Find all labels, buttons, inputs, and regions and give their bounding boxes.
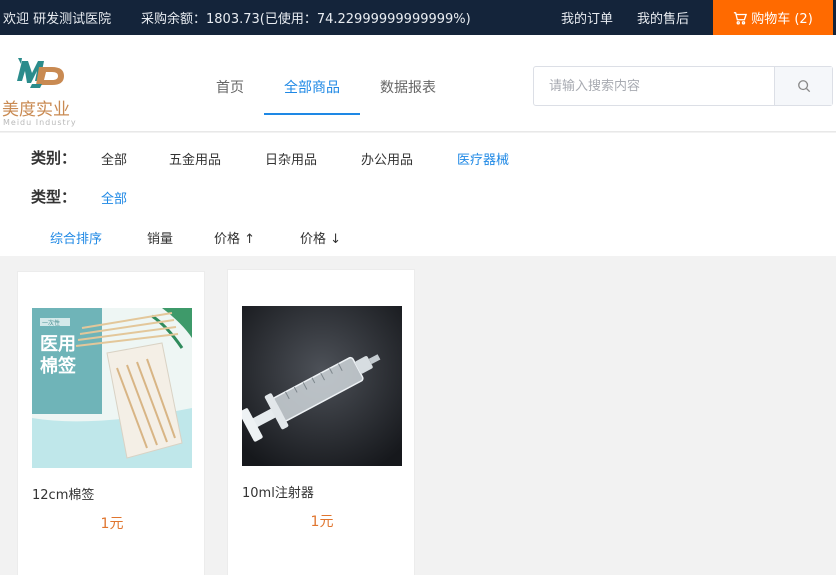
sort-price-asc[interactable]: 价格 ↑	[214, 228, 255, 247]
type-option-all[interactable]: 全部	[101, 188, 127, 207]
top-bar: 欢迎 研发测试医院 采购余额：1803.73(已使用：74.2299999999…	[0, 0, 836, 35]
nav-all-products[interactable]: 全部商品	[284, 77, 340, 97]
product-card[interactable]: 医用 棉签 一次性 12cm棉签 1元	[17, 271, 205, 575]
category-option-hardware[interactable]: 五金用品	[169, 149, 221, 168]
nav-data-report[interactable]: 数据报表	[380, 77, 436, 97]
product-price: 1元	[310, 514, 334, 530]
cotton-swab-image: 医用 棉签 一次性	[32, 308, 192, 468]
logo-subtitle: Meidu Industry	[3, 118, 77, 127]
category-label: 类别：	[31, 149, 77, 167]
swab-box-tag: 一次性	[42, 319, 60, 327]
product-image-cotton-swab[interactable]: 医用 棉签 一次性	[32, 308, 192, 468]
product-name[interactable]: 10ml注射器	[242, 482, 314, 501]
product-image-syringe[interactable]	[242, 306, 402, 466]
swab-box-line2: 棉签	[40, 355, 77, 377]
search-input[interactable]	[534, 67, 774, 105]
search-button[interactable]	[774, 67, 832, 105]
sort-sales[interactable]: 销量	[147, 228, 173, 247]
product-price: 1元	[100, 516, 124, 532]
cart-button[interactable]: 购物车 (2)	[713, 0, 833, 35]
balance-text: 采购余额：1803.73(已使用：74.22999999999999%)	[141, 12, 471, 27]
search-box	[533, 66, 833, 106]
nav-home[interactable]: 首页	[216, 77, 244, 97]
type-label: 类型：	[31, 188, 77, 206]
filter-panel: 类别： 全部 五金用品 日杂用品 办公用品 医疗器械 类型： 全部 综合排序 销…	[0, 133, 836, 256]
category-option-daily[interactable]: 日杂用品	[265, 149, 317, 168]
product-card[interactable]: 10ml注射器 1元	[227, 269, 415, 575]
header: 美度实业 Meidu Industry 首页 全部商品 数据报表	[0, 35, 836, 132]
my-orders-link[interactable]: 我的订单	[561, 8, 613, 27]
my-aftersale-link[interactable]: 我的售后	[637, 8, 689, 27]
category-option-office[interactable]: 办公用品	[361, 149, 413, 168]
cart-label: 购物车 (2)	[751, 12, 813, 27]
syringe-image	[242, 306, 402, 466]
cart-icon	[734, 11, 748, 25]
category-option-medical[interactable]: 医疗器械	[457, 149, 509, 168]
logo-name: 美度实业	[2, 100, 70, 120]
category-option-all[interactable]: 全部	[101, 149, 127, 168]
swab-box-line1: 医用	[40, 334, 76, 355]
welcome-text: 欢迎 研发测试医院	[3, 12, 112, 27]
sort-comprehensive[interactable]: 综合排序	[50, 228, 102, 247]
product-name[interactable]: 12cm棉签	[32, 484, 94, 503]
nav-active-indicator	[264, 113, 360, 115]
sort-price-desc[interactable]: 价格 ↓	[300, 228, 341, 247]
search-icon	[797, 80, 810, 93]
